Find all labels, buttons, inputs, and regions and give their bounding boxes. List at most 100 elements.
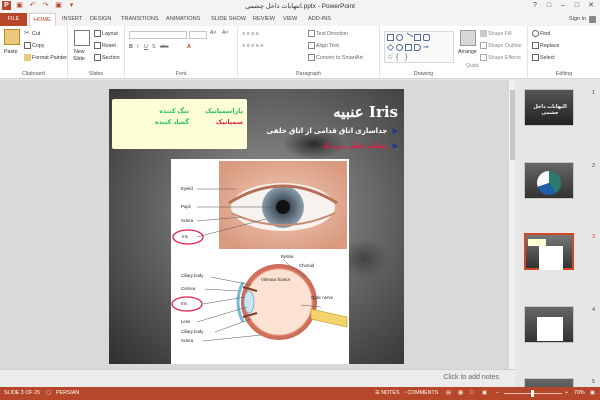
star-shape-icon[interactable]: ☆ [387,54,394,61]
close-button[interactable]: ✕ [584,0,598,12]
tab-slide-show[interactable]: SLIDE SHOW [211,13,246,26]
underline-icon[interactable]: U [144,44,148,50]
font-size-input[interactable] [189,31,207,39]
reset-button[interactable]: Reset [94,42,116,49]
sign-in-link[interactable]: Sign in [569,16,586,22]
normal-view-icon[interactable]: ▤ [446,390,451,396]
tab-transitions[interactable]: TRANSITIONS [121,13,159,26]
tab-design[interactable]: DESIGN [90,13,111,26]
italic-icon[interactable]: I [137,44,138,50]
shadow-icon[interactable]: S [152,44,156,50]
account-icon[interactable] [589,16,596,23]
align-text-button[interactable]: Align Text [308,42,339,49]
arrange-button[interactable]: Arrange [458,49,477,55]
format-painter-button[interactable]: Format Painter [24,54,67,61]
rectangle-shape-icon[interactable] [387,34,394,41]
tab-add-ins[interactable]: ADD-INS [308,13,331,26]
textbox-shape-icon[interactable] [414,34,421,41]
oval-shape-icon[interactable] [396,34,403,41]
thumbnail-slide-5[interactable] [524,378,574,387]
zoom-level[interactable]: 70% [574,390,585,396]
maximize-button[interactable]: □ [570,0,584,12]
shape-outline-icon [480,42,487,49]
copy-button[interactable]: Copy [24,42,44,49]
shape-effects-button[interactable]: Shape Effects [480,54,521,61]
tab-animations[interactable]: ANIMATIONS [166,13,200,26]
find-button[interactable]: Find [532,30,550,37]
arrange-icon[interactable] [460,30,476,46]
circle-shape-icon[interactable] [396,44,403,51]
grow-font-icon[interactable]: A˄ [210,30,217,36]
minimize-button[interactable]: – [556,0,570,12]
notes-toggle[interactable]: ☰ NOTES [375,390,399,396]
new-slide-icon[interactable] [74,30,90,46]
cut-button[interactable]: ✂ Cut [24,30,40,37]
paste-button[interactable]: Paste [4,49,18,55]
shape-outline-button[interactable]: Shape Outline [480,42,522,49]
arrow-shape-icon[interactable]: ⇒ [423,44,430,51]
half-circle-shape-icon[interactable] [414,44,421,51]
fit-slide-icon[interactable]: ▣ [590,390,595,396]
line-shape-icon[interactable] [403,32,414,43]
help-icon[interactable]: ? [528,0,542,12]
convert-smartart-button[interactable]: Convert to SmartArt [308,54,363,61]
label-lens: Lens [181,319,191,324]
strikethrough-icon[interactable]: abc [160,44,169,50]
thumbnail-slide-3[interactable] [524,233,574,270]
comments-toggle[interactable]: ▫ COMMENTS [404,390,438,396]
bullets-icon[interactable]: ≡ ≡ ≡ ≡ [242,31,259,37]
brace-right-shape-icon[interactable]: } [405,54,412,61]
thumbnail-slide-1[interactable]: التهابات داخل چشمی [524,89,574,126]
square-shape-icon[interactable] [405,44,412,51]
bold-icon[interactable]: B [129,44,133,50]
editor-scroll-thumb[interactable] [510,90,515,160]
slide-thumbnails-pane[interactable]: التهابات داخل چشمی 1 2 3 4 5 [516,80,600,387]
label-vitreous-humor: Vitreous humor [261,277,291,282]
bullet-1[interactable]: جداسازی اتاق قدامی از اتاق خلفی ▶ [266,126,398,135]
rounded-rect-shape-icon[interactable] [423,34,430,41]
ribbon-display-icon[interactable]: □ [542,0,556,12]
notes-pane[interactable]: Click to add notes [0,369,515,387]
align-icons[interactable]: ≡ ≡ ≡ ≡ ≡ [242,43,263,49]
tab-insert[interactable]: INSERT [62,13,82,26]
layout-button[interactable]: Layout [94,30,118,37]
notes-placeholder[interactable]: Click to add notes [443,374,499,381]
shapes-gallery[interactable]: ⇒ ☆ { } [384,31,454,63]
thumbnail-slide-2[interactable] [524,162,574,199]
slide-sorter-icon[interactable]: ▦ [458,390,463,396]
eye-anatomy-figure[interactable]: Eyelid Pupil Sclera Iris Ciliary body Co… [171,159,349,364]
tab-view[interactable]: VIEW [283,13,297,26]
new-slide-button[interactable]: New [74,49,85,55]
tab-file[interactable]: FILE [0,13,27,26]
shrink-font-icon[interactable]: A˅ [222,30,229,36]
language-indicator[interactable]: PERSIAN [56,390,79,396]
paste-icon[interactable] [4,29,20,45]
replace-button[interactable]: Replace [532,42,559,49]
font-name-input[interactable] [129,31,187,39]
zoom-slider-thumb[interactable] [531,390,534,397]
diamond-shape-icon[interactable] [387,44,394,51]
thumbnail-slide-4[interactable] [524,306,574,343]
section-button[interactable]: Section [94,54,120,61]
quick-styles-button[interactable]: Quick [466,63,479,69]
current-slide[interactable]: تنگ کننده پاراسمپاتیک گشاد کننده سمپاتیک… [109,89,404,364]
select-button[interactable]: Select [532,54,555,61]
font-color-icon[interactable]: A [187,44,191,50]
slide-title[interactable]: عنبیه Iris [333,103,398,121]
tab-home[interactable]: HOME [29,13,56,26]
tab-review[interactable]: REVIEW [253,13,275,26]
new-slide-button-line2[interactable]: Slide [73,56,85,62]
text-direction-button[interactable]: Text Direction [308,30,348,37]
spellcheck-icon[interactable]: ▢ [46,390,51,396]
legend-box[interactable]: تنگ کننده پاراسمپاتیک گشاد کننده سمپاتیک [112,99,247,149]
bullet-2[interactable]: تنظیم قطر مردمک ▶ [322,141,398,150]
slide-show-icon[interactable]: ▣ [482,390,487,396]
zoom-in-icon[interactable]: + [565,390,568,396]
editor-vertical-scrollbar[interactable] [508,80,515,369]
zoom-out-icon[interactable]: – [496,390,499,396]
label-optic-nerve: Optic nerve [311,295,333,300]
brace-shape-icon[interactable]: { [396,54,403,61]
shape-fill-button[interactable]: Shape Fill [480,30,512,37]
reading-view-icon[interactable]: □ [470,390,473,396]
smartart-icon [308,54,315,61]
